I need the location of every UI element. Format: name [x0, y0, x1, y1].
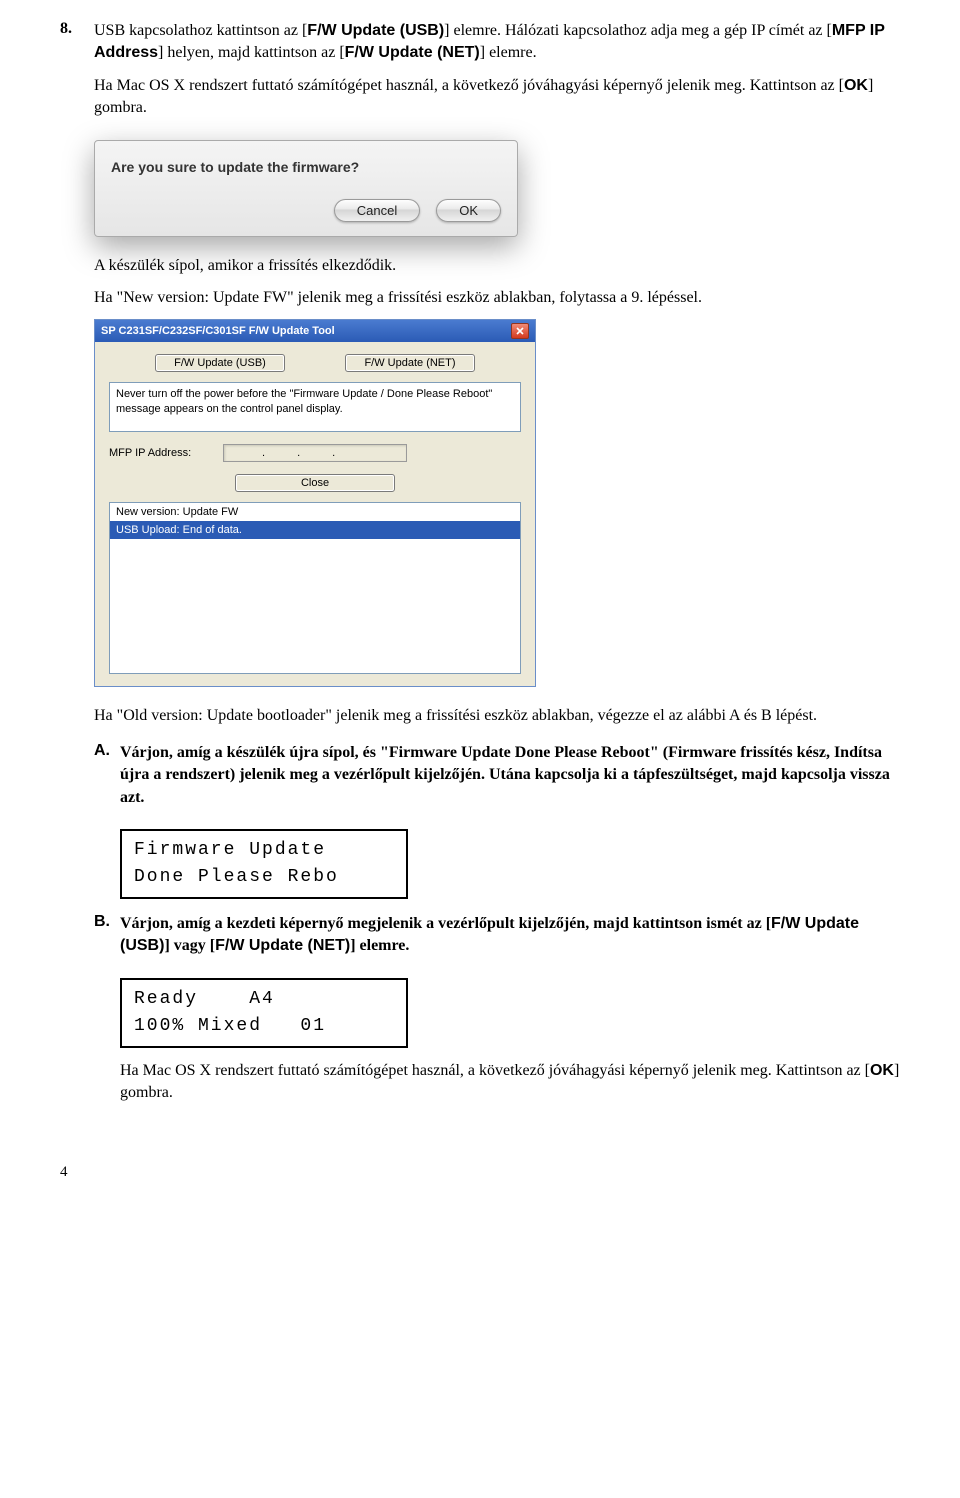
status-listbox[interactable]: New version: Update FW USB Upload: End o…	[109, 502, 521, 674]
step8-para2: Ha Mac OS X rendszert futtató számítógép…	[94, 75, 900, 120]
ok-button[interactable]: OK	[436, 199, 501, 222]
substep-body: Várjon, amíg a készülék újra sípol, és "…	[120, 742, 900, 819]
text: Ha Mac OS X rendszert futtató számítógép…	[120, 1062, 870, 1079]
ui-ref: F/W Update (USB)	[307, 22, 444, 39]
status-line: New version: Update FW	[110, 503, 520, 521]
window-body: F/W Update (USB) F/W Update (NET) Never …	[95, 342, 535, 686]
ui-ref: F/W Update (NET)	[215, 937, 350, 954]
substep-b-para2: Ha Mac OS X rendszert futtató számítógép…	[120, 1060, 900, 1105]
paragraph: A készülék sípol, amikor a frissítés elk…	[94, 255, 900, 277]
warning-textbox: Never turn off the power before the "Fir…	[109, 382, 521, 432]
text: USB kapcsolathoz kattintson az [	[94, 22, 307, 39]
text: ] helyen, majd kattintson az [	[158, 44, 345, 61]
step-body: USB kapcsolathoz kattintson az [F/W Upda…	[94, 20, 900, 130]
update-buttons-row: F/W Update (USB) F/W Update (NET)	[109, 354, 521, 372]
ui-ref: OK	[870, 1062, 894, 1079]
page-number: 4	[60, 1164, 900, 1181]
ip-input[interactable]: . . .	[223, 444, 407, 462]
dot: .	[262, 447, 265, 459]
close-button[interactable]: Close	[235, 474, 395, 492]
cancel-button[interactable]: Cancel	[334, 199, 420, 222]
step-8: 8. USB kapcsolathoz kattintson az [F/W U…	[60, 20, 900, 130]
text: ] elemre.	[480, 44, 537, 61]
step-number: 8.	[60, 20, 94, 38]
dot: .	[332, 447, 335, 459]
text: ] elemre. Hálózati kapcsolathoz adja meg…	[444, 22, 832, 39]
text: Ha Mac OS X rendszert futtató számítógép…	[94, 77, 844, 94]
ui-ref: F/W Update (NET)	[345, 44, 480, 61]
substep-letter: A.	[94, 742, 120, 760]
paragraph: Ha "New version: Update FW" jelenik meg …	[94, 287, 900, 309]
fw-update-tool-window: SP C231SF/C232SF/C301SF F/W Update Tool …	[94, 319, 536, 687]
fw-update-usb-button[interactable]: F/W Update (USB)	[155, 354, 285, 372]
substep-b-text: Várjon, amíg a kezdeti képernyő megjelen…	[120, 913, 900, 958]
paragraph: Ha "Old version: Update bootloader" jele…	[94, 705, 900, 727]
dialog-button-row: Cancel OK	[111, 199, 501, 222]
dot: .	[297, 447, 300, 459]
text: Várjon, amíg a kezdeti képernyő megjelen…	[120, 915, 771, 932]
close-button-row: Close	[109, 474, 521, 492]
ui-ref: OK	[844, 77, 868, 94]
lcd-display: Firmware Update Done Please Rebo	[120, 829, 408, 899]
substep-a-text: Várjon, amíg a készülék újra sípol, és "…	[120, 742, 900, 809]
substep-letter: B.	[94, 913, 120, 931]
status-line-selected: USB Upload: End of data.	[110, 521, 520, 539]
substep-body: Várjon, amíg a kezdeti képernyő megjelen…	[120, 913, 900, 968]
window-title: SP C231SF/C232SF/C301SF F/W Update Tool	[101, 325, 335, 337]
window-titlebar: SP C231SF/C232SF/C301SF F/W Update Tool	[95, 320, 535, 342]
ip-label: MFP IP Address:	[109, 447, 209, 459]
ip-address-row: MFP IP Address: . . .	[109, 444, 521, 462]
dialog-message: Are you sure to update the firmware?	[111, 159, 501, 175]
substep-a: A. Várjon, amíg a készülék újra sípol, é…	[94, 742, 900, 819]
close-icon[interactable]	[511, 323, 529, 339]
fw-update-net-button[interactable]: F/W Update (NET)	[345, 354, 475, 372]
text: ] vagy [	[164, 937, 215, 954]
text: ] elemre.	[350, 937, 409, 954]
mac-confirm-dialog: Are you sure to update the firmware? Can…	[94, 140, 518, 237]
lcd-display: Ready A4 100% Mixed 01	[120, 978, 408, 1048]
substep-b: B. Várjon, amíg a kezdeti képernyő megje…	[94, 913, 900, 968]
step8-para1: USB kapcsolathoz kattintson az [F/W Upda…	[94, 20, 900, 65]
